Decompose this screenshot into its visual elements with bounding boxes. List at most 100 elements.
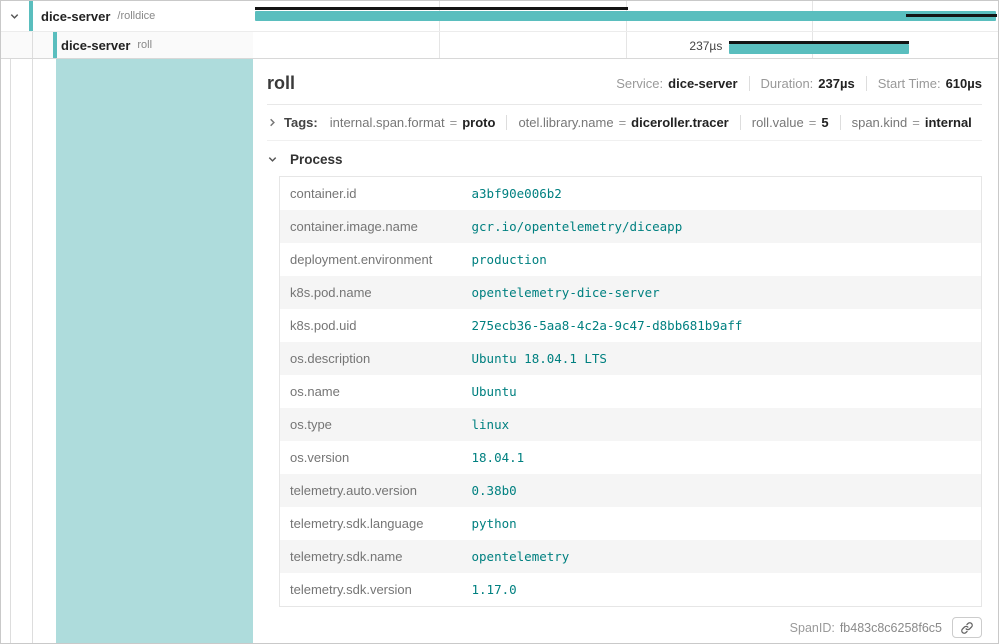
spanid-label: SpanID: xyxy=(790,621,835,635)
kv-key: k8s.pod.name xyxy=(280,276,462,309)
service-value: dice-server xyxy=(668,76,737,91)
indent-guide-line xyxy=(32,59,33,643)
process-kv-table: container.ida3bf90e006b2 container.image… xyxy=(279,176,982,607)
span-title: roll xyxy=(267,73,295,94)
tag-divider xyxy=(740,115,741,130)
table-row: k8s.pod.nameopentelemetry-dice-server xyxy=(280,276,982,309)
table-row: telemetry.sdk.version1.17.0 xyxy=(280,573,982,607)
start-time-value: 610µs xyxy=(946,76,982,91)
tag-item: otel.library.name = diceroller.tracer xyxy=(518,115,728,130)
table-row: telemetry.sdk.languagepython xyxy=(280,507,982,540)
span-color-bar xyxy=(29,1,33,31)
indent-guide-line xyxy=(10,59,11,643)
kv-key: telemetry.sdk.version xyxy=(280,573,462,607)
kv-value: 18.04.1 xyxy=(462,441,982,474)
table-row: os.descriptionUbuntu 18.04.1 LTS xyxy=(280,342,982,375)
meta-divider xyxy=(866,76,867,91)
tag-equals: = xyxy=(619,115,627,130)
chevron-right-icon[interactable] xyxy=(267,117,278,128)
process-label: Process xyxy=(290,152,343,167)
span-detail-section: roll Service: dice-server Duration: 237µ… xyxy=(1,59,998,643)
table-row: k8s.pod.uid275ecb36-5aa8-4c2a-9c47-d8bb6… xyxy=(280,309,982,342)
operation-name: /rolldice xyxy=(117,10,155,22)
kv-value: 275ecb36-5aa8-4c2a-9c47-d8bb681b9aff xyxy=(462,309,982,342)
tag-item: internal.span.format = proto xyxy=(330,115,496,130)
tag-key: internal.span.format xyxy=(330,115,445,130)
timeline-row-roll[interactable]: 237µs xyxy=(253,32,998,58)
kv-value: opentelemetry-dice-server xyxy=(462,276,982,309)
span-row-label-rolldice[interactable]: dice-server /rolldice xyxy=(1,1,253,31)
table-row: deployment.environmentproduction xyxy=(280,243,982,276)
kv-value: 0.38b0 xyxy=(462,474,982,507)
tag-item: roll.value = 5 xyxy=(752,115,829,130)
table-row: container.ida3bf90e006b2 xyxy=(280,177,982,211)
tag-key: span.kind xyxy=(852,115,908,130)
tag-equals: = xyxy=(809,115,817,130)
tag-equals: = xyxy=(912,115,920,130)
kv-key: os.version xyxy=(280,441,462,474)
start-time-label: Start Time: xyxy=(878,76,941,91)
tag-item: span.kind = internal xyxy=(852,115,972,130)
kv-key: k8s.pod.uid xyxy=(280,309,462,342)
tag-divider xyxy=(840,115,841,130)
process-section-header[interactable]: Process xyxy=(267,141,982,176)
kv-value: 1.17.0 xyxy=(462,573,982,607)
detail-footer: SpanID: fb483c8c6258f6c5 xyxy=(267,607,982,638)
table-row: telemetry.sdk.nameopentelemetry xyxy=(280,540,982,573)
kv-value: opentelemetry xyxy=(462,540,982,573)
span-row-rolldice[interactable]: dice-server /rolldice xyxy=(1,1,998,32)
indent-guide-line xyxy=(32,32,33,58)
tag-value: proto xyxy=(462,115,495,130)
table-row: os.typelinux xyxy=(280,408,982,441)
span-row-roll[interactable]: dice-server roll 237µs xyxy=(1,32,998,59)
kv-key: os.description xyxy=(280,342,462,375)
kv-value: Ubuntu 18.04.1 LTS xyxy=(462,342,982,375)
span-row-label-roll[interactable]: dice-server roll xyxy=(1,32,253,58)
kv-key: telemetry.sdk.language xyxy=(280,507,462,540)
grid-line xyxy=(439,32,440,58)
kv-key: container.image.name xyxy=(280,210,462,243)
service-label: Service: xyxy=(616,76,663,91)
kv-value: python xyxy=(462,507,982,540)
tag-value: 5 xyxy=(821,115,828,130)
span-bar-roll[interactable] xyxy=(729,44,909,54)
kv-value: a3bf90e006b2 xyxy=(462,177,982,211)
tag-equals: = xyxy=(450,115,458,130)
kv-value: production xyxy=(462,243,982,276)
trace-view-page: dice-server /rolldice dice-server roll 2… xyxy=(0,0,999,644)
link-icon xyxy=(960,621,974,635)
tag-key: otel.library.name xyxy=(518,115,613,130)
timeline-row-rolldice[interactable] xyxy=(253,1,998,31)
tag-value: internal xyxy=(925,115,972,130)
detail-header: roll Service: dice-server Duration: 237µ… xyxy=(267,71,982,105)
kv-value: linux xyxy=(462,408,982,441)
table-row: os.version18.04.1 xyxy=(280,441,982,474)
tags-label: Tags: xyxy=(284,115,318,130)
table-row: container.image.namegcr.io/opentelemetry… xyxy=(280,210,982,243)
kv-value: Ubuntu xyxy=(462,375,982,408)
critical-path-segment xyxy=(906,14,996,17)
tag-value: diceroller.tracer xyxy=(631,115,729,130)
span-bar-rolldice[interactable] xyxy=(255,11,996,21)
kv-key: os.type xyxy=(280,408,462,441)
duration-value: 237µs xyxy=(818,76,854,91)
span-duration-label: 237µs xyxy=(626,39,723,53)
service-name: dice-server xyxy=(61,38,130,53)
chevron-down-icon[interactable] xyxy=(9,11,20,22)
operation-name: roll xyxy=(137,39,152,51)
span-detail-panel: roll Service: dice-server Duration: 237µ… xyxy=(253,59,998,643)
kv-key: telemetry.auto.version xyxy=(280,474,462,507)
tags-section-header[interactable]: Tags: internal.span.format = proto otel.… xyxy=(267,105,982,141)
table-row: telemetry.auto.version0.38b0 xyxy=(280,474,982,507)
deep-link-button[interactable] xyxy=(952,617,982,638)
kv-key: container.id xyxy=(280,177,462,211)
chevron-down-icon[interactable] xyxy=(267,154,278,165)
tag-divider xyxy=(506,115,507,130)
kv-key: deployment.environment xyxy=(280,243,462,276)
kv-key: os.name xyxy=(280,375,462,408)
table-row: os.nameUbuntu xyxy=(280,375,982,408)
tag-key: roll.value xyxy=(752,115,804,130)
kv-value: gcr.io/opentelemetry/diceapp xyxy=(462,210,982,243)
span-color-block xyxy=(56,59,253,643)
spanid-value: fb483c8c6258f6c5 xyxy=(840,621,942,635)
